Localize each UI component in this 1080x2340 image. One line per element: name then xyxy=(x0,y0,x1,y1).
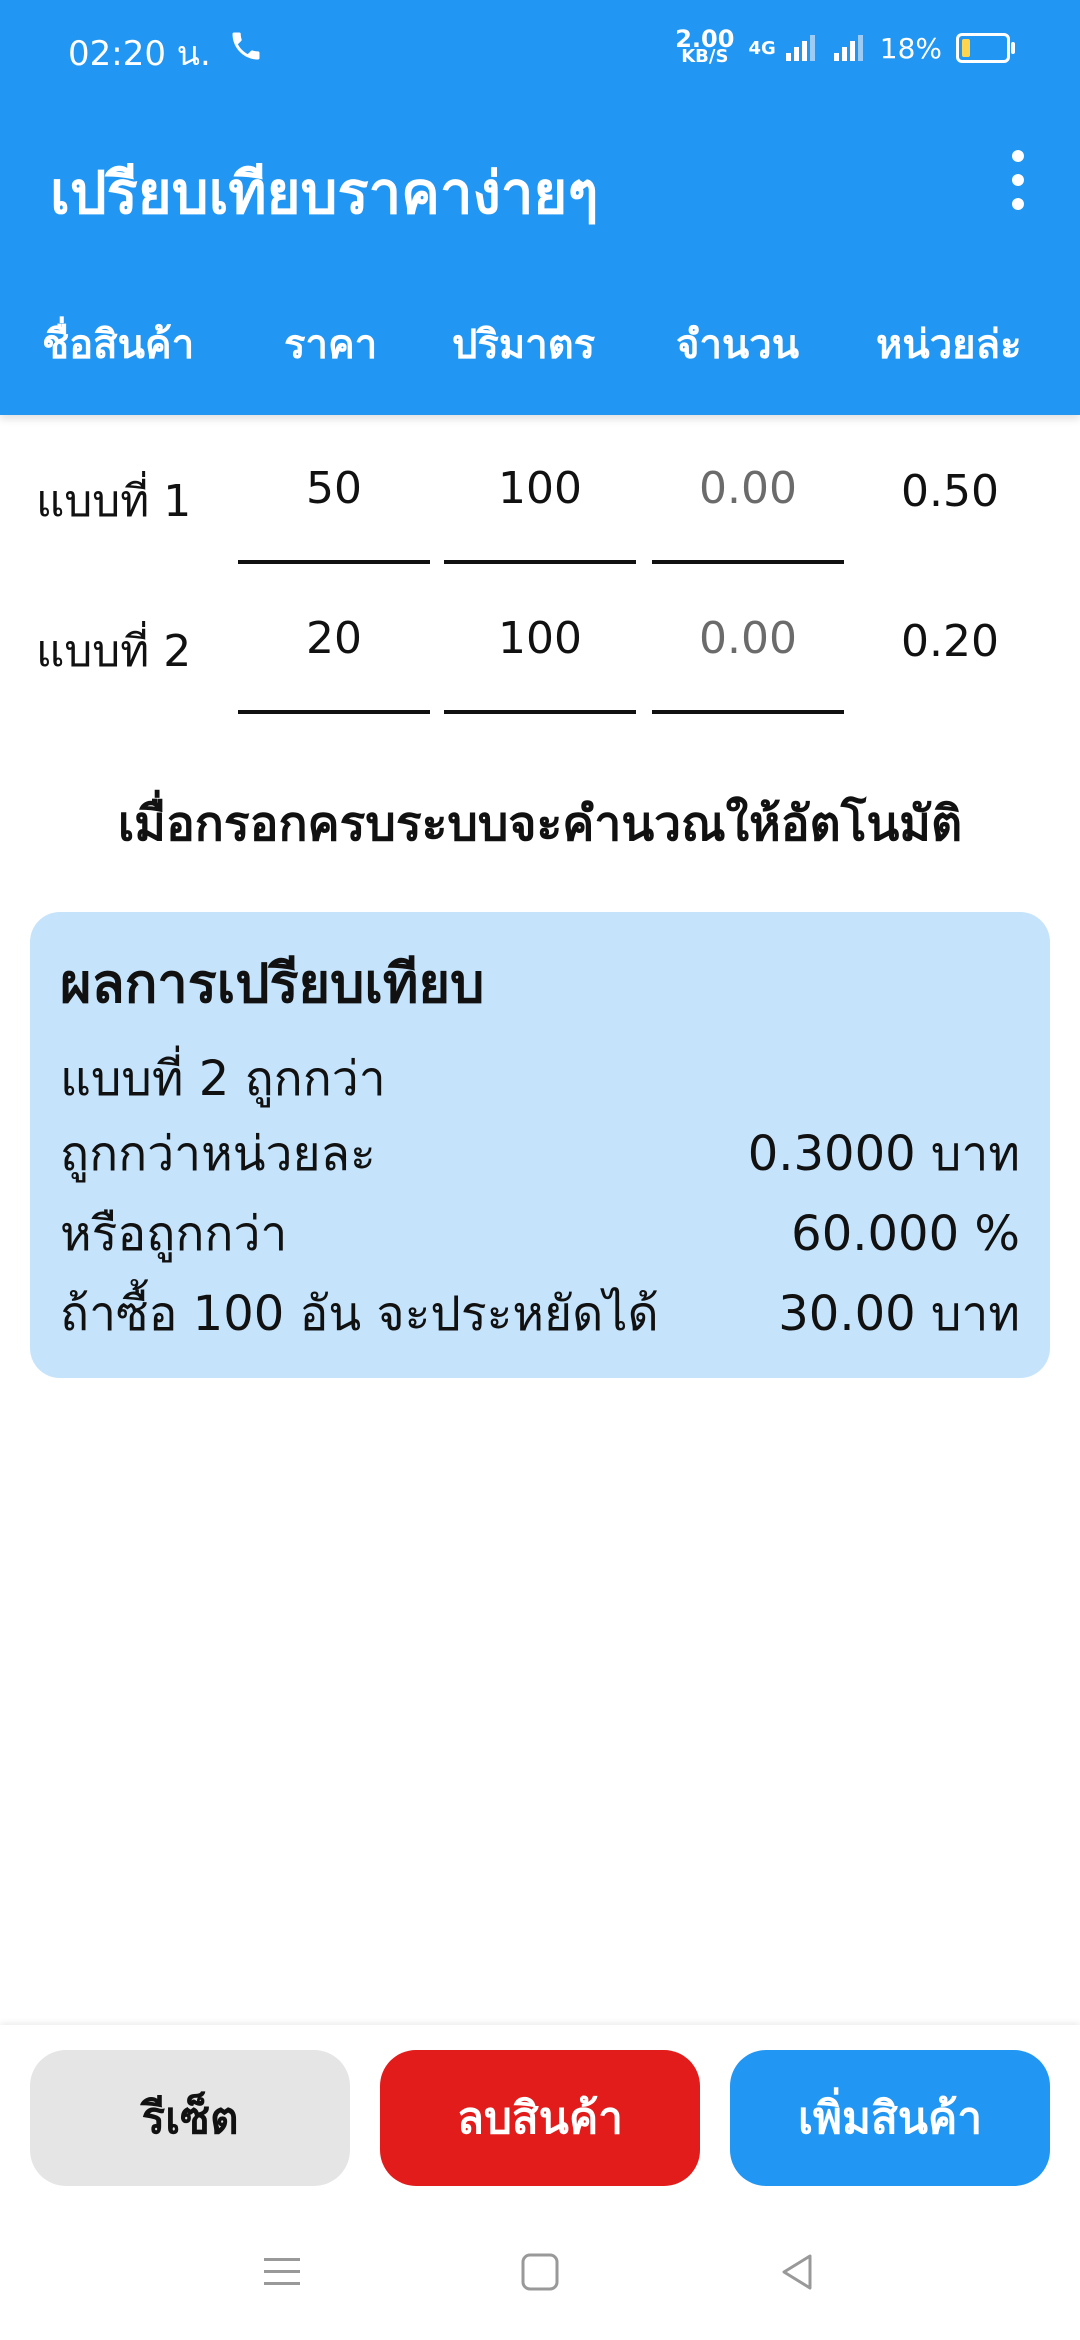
overflow-menu-icon[interactable] xyxy=(1000,150,1036,210)
battery-percent: 18% xyxy=(879,31,942,65)
recent-apps-icon[interactable] xyxy=(260,2250,304,2294)
reset-button[interactable]: รีเซ็ต xyxy=(30,2050,350,2186)
row-2-volume-input[interactable]: 100 xyxy=(444,604,636,714)
row-2-quantity-input[interactable]: 0.00 xyxy=(652,604,844,714)
app-title: เปรียบเทียบราคาง่ายๆ xyxy=(50,159,599,227)
result-title: ผลการเปรียบเทียบ xyxy=(60,952,485,1015)
status-bar: 02:20 น. 2.00 KB/S 4G 18% xyxy=(0,0,1080,95)
result-winner: แบบที่ 2 ถูกกว่า xyxy=(60,1051,386,1107)
result-percent-line: หรือถูกกว่า 60.000 % xyxy=(60,1194,1020,1274)
result-savings-line: ถ้าซื้อ 100 อัน จะประหยัดได้ 30.00 บาท xyxy=(60,1274,1020,1354)
status-time: 02:20 น. xyxy=(68,34,211,74)
savings-label: ถ้าซื้อ 100 อัน จะประหยัดได้ xyxy=(60,1286,659,1342)
per-unit-label: ถูกกว่าหน่วยละ xyxy=(60,1126,376,1182)
auto-calc-hint: เมื่อกรอกครบระบบจะคำนวณให้อัตโนมัติ xyxy=(117,796,963,852)
home-icon[interactable] xyxy=(518,2250,562,2294)
row-1-volume-input[interactable]: 100 xyxy=(444,454,636,564)
system-nav-bar xyxy=(0,2200,1080,2340)
column-header-volume: ปริมาตร xyxy=(452,322,596,368)
row-2-price-input[interactable]: 20 xyxy=(238,604,430,714)
column-header-price: ราคา xyxy=(284,322,378,368)
row-1-label: แบบที่ 1 xyxy=(36,476,192,527)
comparison-result-card: ผลการเปรียบเทียบ แบบที่ 2 ถูกกว่า ถูกกว่… xyxy=(30,912,1050,1378)
network-type: 4G xyxy=(748,37,776,59)
column-header-unit-price: หน่วยล่ะ xyxy=(876,322,1022,368)
savings-value: 30.00 บาท xyxy=(778,1286,1020,1342)
row-1-price-input[interactable]: 50 xyxy=(238,454,430,564)
delete-product-button[interactable]: ลบสินค้า xyxy=(380,2050,700,2186)
net-speed: 2.00 KB/S xyxy=(675,25,735,67)
column-header-quantity: จำนวน xyxy=(676,322,800,368)
percent-value: 60.000 % xyxy=(791,1206,1020,1262)
app-bar: 02:20 น. 2.00 KB/S 4G 18% เปรียบเทียบราค… xyxy=(0,0,1080,415)
back-icon[interactable] xyxy=(776,2250,820,2294)
row-2-label: แบบที่ 2 xyxy=(36,626,192,677)
result-winner-line: แบบที่ 2 ถูกกว่า xyxy=(60,1044,1020,1114)
row-2-unit-price: 0.20 xyxy=(901,616,999,667)
add-product-button[interactable]: เพิ่มสินค้า xyxy=(730,2050,1050,2186)
row-1-unit-price: 0.50 xyxy=(901,466,999,517)
signal-icon-2 xyxy=(833,35,863,61)
phone-call-icon xyxy=(232,32,260,60)
per-unit-value: 0.3000 บาท xyxy=(747,1126,1020,1182)
row-1-quantity-input[interactable]: 0.00 xyxy=(652,454,844,564)
column-header-name: ชื่อสินค้า xyxy=(42,322,195,368)
signal-icon-1 xyxy=(785,35,815,61)
status-icons: 2.00 KB/S 4G 18% xyxy=(675,24,1015,72)
battery-icon xyxy=(956,33,1015,63)
percent-label: หรือถูกกว่า xyxy=(60,1206,288,1262)
result-per-unit-line: ถูกกว่าหน่วยละ 0.3000 บาท xyxy=(60,1114,1020,1194)
